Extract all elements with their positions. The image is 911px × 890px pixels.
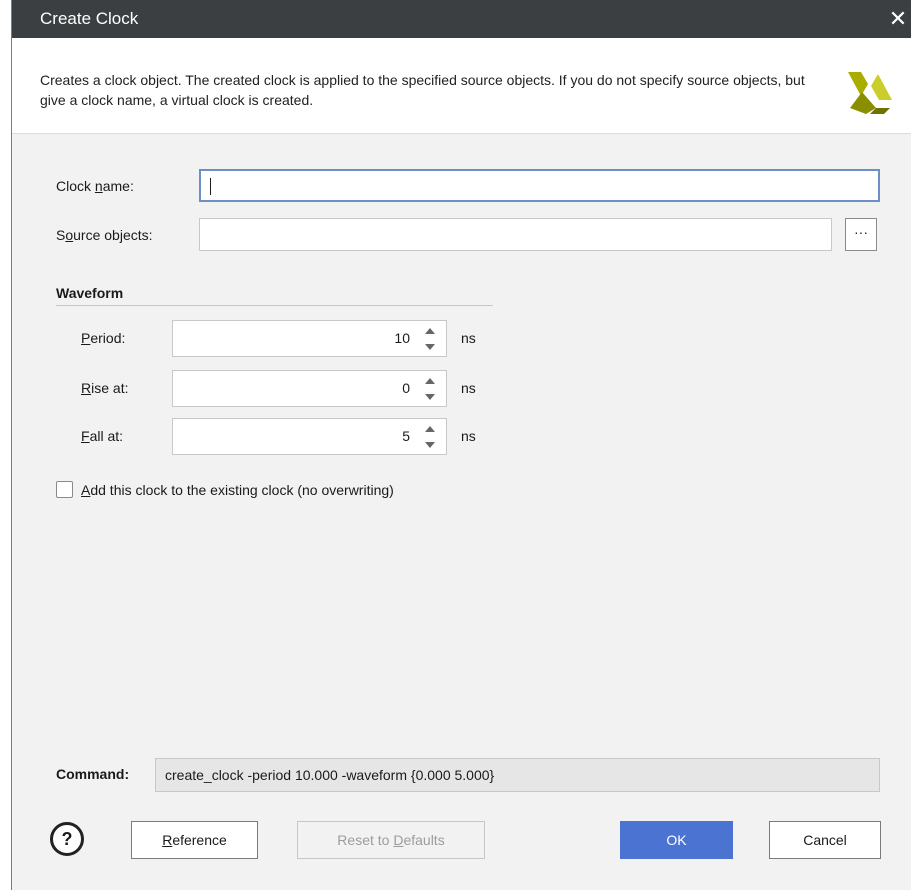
waveform-divider xyxy=(56,305,493,306)
fall-at-value: 5 xyxy=(402,428,410,444)
dialog-description: Creates a clock object. The created cloc… xyxy=(40,72,805,108)
fall-at-increment-icon[interactable] xyxy=(425,426,435,432)
close-icon[interactable]: ✕ xyxy=(885,0,911,38)
create-clock-dialog: Create Clock ✕ Creates a clock object. T… xyxy=(0,0,911,890)
command-preview: create_clock -period 10.000 -waveform {0… xyxy=(155,758,880,792)
fall-at-spinner[interactable]: 5 xyxy=(172,418,447,455)
cancel-button[interactable]: Cancel xyxy=(769,821,881,859)
rise-at-spinner[interactable]: 0 xyxy=(172,370,447,407)
title-bar: Create Clock ✕ xyxy=(12,0,911,38)
add-clock-checkbox[interactable] xyxy=(56,481,73,498)
rise-at-value: 0 xyxy=(402,380,410,396)
rise-at-label: Rise at: xyxy=(81,380,129,396)
command-label: Command: xyxy=(56,766,130,782)
rise-at-unit: ns xyxy=(461,380,476,396)
fall-at-stepper xyxy=(423,423,437,451)
description-panel: Creates a clock object. The created cloc… xyxy=(12,38,911,134)
period-value: 10 xyxy=(394,330,410,346)
period-label: Period: xyxy=(81,330,126,346)
period-stepper xyxy=(423,325,437,353)
window-left-edge xyxy=(0,0,11,890)
add-clock-label[interactable]: Add this clock to the existing clock (no… xyxy=(81,482,394,498)
period-decrement-icon[interactable] xyxy=(425,344,435,350)
clock-name-input[interactable] xyxy=(199,169,880,202)
fall-at-unit: ns xyxy=(461,428,476,444)
ok-button[interactable]: OK xyxy=(620,821,733,859)
clock-name-label: Clock name: xyxy=(56,178,134,194)
dialog-title: Create Clock xyxy=(40,9,139,28)
fall-at-label: Fall at: xyxy=(81,428,124,444)
xilinx-logo-icon xyxy=(848,72,892,114)
period-spinner[interactable]: 10 xyxy=(172,320,447,357)
period-increment-icon[interactable] xyxy=(425,328,435,334)
rise-at-decrement-icon[interactable] xyxy=(425,394,435,400)
period-unit: ns xyxy=(461,330,476,346)
fall-at-decrement-icon[interactable] xyxy=(425,442,435,448)
browse-source-objects-button[interactable]: ··· xyxy=(845,218,877,251)
rise-at-stepper xyxy=(423,375,437,403)
rise-at-increment-icon[interactable] xyxy=(425,378,435,384)
help-icon[interactable]: ? xyxy=(50,822,84,856)
reset-to-defaults-button[interactable]: Reset to Defaults xyxy=(297,821,485,859)
source-objects-label: Source objects: xyxy=(56,227,153,243)
source-objects-input[interactable] xyxy=(199,218,832,251)
text-caret xyxy=(210,178,211,195)
reference-button[interactable]: Reference xyxy=(131,821,258,859)
waveform-section-title: Waveform xyxy=(56,285,124,301)
